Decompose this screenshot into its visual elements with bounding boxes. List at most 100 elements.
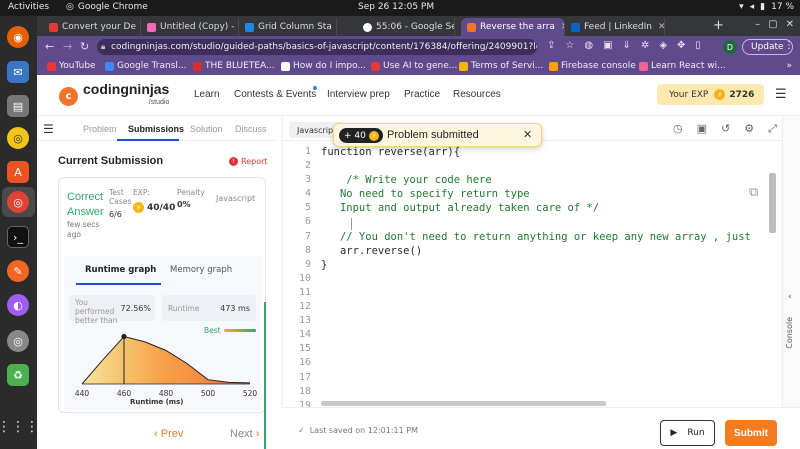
run-button[interactable]: ▶ Run xyxy=(660,420,715,446)
settings-icon[interactable]: ⚙ xyxy=(744,122,754,136)
terminal-icon[interactable]: ›_ xyxy=(7,226,29,248)
code-line[interactable] xyxy=(321,342,776,356)
close-tab-icon[interactable]: ✕ xyxy=(658,22,664,32)
disk-icon[interactable]: ◎ xyxy=(7,330,29,352)
tab-problem[interactable]: Problem xyxy=(83,124,117,134)
show-apps-icon[interactable]: ⋮⋮⋮ xyxy=(0,416,39,438)
firefox-icon[interactable]: ◉ xyxy=(7,26,29,48)
system-tray[interactable]: ▾ ◂ ▮ 17 % xyxy=(739,2,794,12)
extension-icon[interactable]: ◍ xyxy=(584,40,593,51)
chrome-dock-icon[interactable]: ◎ xyxy=(7,191,29,213)
address-bar[interactable]: 🔒︎ codingninjas.com/studio/guided-paths/… xyxy=(97,39,537,55)
code-line[interactable] xyxy=(321,385,776,399)
bookmark-item[interactable]: YouTube xyxy=(47,61,96,71)
activities-button[interactable]: Activities xyxy=(8,2,49,12)
site-logo[interactable]: c codingninjas /studio xyxy=(59,82,169,110)
bookmark-item[interactable]: How do I impo... xyxy=(281,61,366,71)
code-area[interactable]: 1 2 3 4 5 6 7 8 9 10 11 12 13 14 15 16 17 18 19 function r… xyxy=(283,145,783,411)
bookmark-item[interactable]: Use AI to gene... xyxy=(371,61,457,71)
fullscreen-icon[interactable]: ⤢ xyxy=(768,122,777,136)
code-line[interactable]: // You don't need to return anything or … xyxy=(321,230,776,244)
app-menu[interactable]: ◎ Google Chrome xyxy=(66,2,148,12)
maximize-icon[interactable]: ▢ xyxy=(768,19,777,30)
browser-menu-icon[interactable]: ⋮ xyxy=(784,40,794,51)
share-icon[interactable]: ⇪ xyxy=(547,40,555,51)
nav-contests-events[interactable]: Contests & Events xyxy=(234,89,316,100)
report-button[interactable]: ! Report xyxy=(229,157,268,166)
mail-icon[interactable]: ✉ xyxy=(7,61,29,83)
horizontal-scrollbar[interactable] xyxy=(321,401,606,406)
code-line[interactable]: } xyxy=(321,258,776,272)
tab-solution[interactable]: Solution xyxy=(190,124,223,134)
back-icon[interactable]: ← xyxy=(45,40,54,53)
code-line[interactable] xyxy=(321,314,776,328)
bookmark-item[interactable]: Google Transl... xyxy=(105,61,186,71)
extension-icon[interactable]: ▣ xyxy=(603,40,612,51)
minimize-icon[interactable]: – xyxy=(755,19,760,30)
copy-icon[interactable]: ⧉ xyxy=(749,185,758,200)
extensions-puzzle-icon[interactable]: ✥ xyxy=(677,40,685,51)
tab-submissions[interactable]: Submissions xyxy=(128,124,184,134)
save-icon[interactable]: ▣ xyxy=(697,122,707,136)
close-toast-icon[interactable]: ✕ xyxy=(523,128,532,141)
nav-resources[interactable]: Resources xyxy=(453,89,501,100)
reset-icon[interactable]: ↺ xyxy=(721,122,730,136)
bookmark-star-icon[interactable]: ☆ xyxy=(565,40,574,51)
vertical-scrollbar[interactable] xyxy=(769,173,776,233)
tab-discuss[interactable]: Discuss xyxy=(235,124,267,134)
exp-pill[interactable]: Your EXP ⚡ 2726 xyxy=(657,84,764,105)
bookmark-item[interactable]: Learn React wi... xyxy=(639,61,726,71)
code-line[interactable] xyxy=(321,159,776,173)
profile-avatar[interactable]: D xyxy=(723,40,737,54)
prev-button[interactable]: ‹ Prev xyxy=(154,428,183,440)
timer-icon[interactable]: ◷ xyxy=(673,122,683,136)
reload-icon[interactable]: ↻ xyxy=(80,40,89,53)
tab-runtime-graph[interactable]: Runtime graph xyxy=(85,265,156,275)
code-line[interactable]: /* Write your code here xyxy=(321,173,776,187)
nav-learn[interactable]: Learn xyxy=(194,89,220,100)
extension-icon[interactable]: ◈ xyxy=(659,40,667,51)
close-window-icon[interactable]: ✕ xyxy=(786,19,794,30)
bookmark-item[interactable]: THE BLUETEA... xyxy=(193,61,275,71)
code-line[interactable] xyxy=(321,272,776,286)
forward-icon[interactable]: → xyxy=(63,40,72,53)
code-line[interactable] xyxy=(321,215,776,229)
code-line[interactable]: arr.reverse() xyxy=(321,244,776,258)
code-line[interactable]: function reverse(arr){ xyxy=(321,145,776,159)
browser-tab[interactable]: Grid Column Sta ✕ xyxy=(239,18,337,36)
tab-memory-graph[interactable]: Memory graph xyxy=(170,265,232,275)
browser-tab[interactable]: Untitled (Copy) - ✕ xyxy=(141,18,239,36)
side-panel-icon[interactable]: ▯ xyxy=(695,40,701,51)
browser-tab[interactable]: 55:06 - Google Se ✕ xyxy=(357,18,455,36)
new-tab-icon[interactable]: + xyxy=(713,18,724,33)
code-line[interactable] xyxy=(321,356,776,370)
code-line[interactable]: Input and output already taken care of *… xyxy=(321,201,776,215)
next-button[interactable]: Next › xyxy=(230,428,259,440)
bookmark-item[interactable]: Terms of Servi... xyxy=(459,61,543,71)
console-panel-toggle[interactable]: ‹ Console xyxy=(782,117,800,407)
trash-icon[interactable]: ♻ xyxy=(7,364,29,386)
nav-interview-prep[interactable]: Interview prep xyxy=(327,89,390,100)
bookmark-item[interactable]: Firebase console xyxy=(549,61,636,71)
browser-tab-active[interactable]: Reverse the arra ✕ xyxy=(461,18,565,36)
code-line[interactable] xyxy=(321,371,776,385)
more-bookmarks-icon[interactable]: » xyxy=(786,61,792,71)
code-line[interactable] xyxy=(321,328,776,342)
nav-practice[interactable]: Practice xyxy=(404,89,440,100)
problem-list-icon[interactable]: ☰ xyxy=(43,122,54,136)
extension-icon[interactable]: ⇓ xyxy=(623,40,631,51)
code-lines[interactable]: function reverse(arr){ /* Write your cod… xyxy=(321,145,776,413)
code-line[interactable] xyxy=(321,286,776,300)
music-icon[interactable]: ◎ xyxy=(7,127,29,149)
browser-tab[interactable]: Feed | LinkedIn ✕ xyxy=(565,18,665,36)
color-picker-icon[interactable]: ◐ xyxy=(7,294,29,316)
files-icon[interactable]: ▤ xyxy=(7,95,29,117)
software-center-icon[interactable]: A xyxy=(7,161,29,183)
code-line[interactable] xyxy=(321,300,776,314)
submit-button[interactable]: Submit xyxy=(725,420,777,446)
browser-tab[interactable]: Convert your De ✕ xyxy=(43,18,141,36)
site-menu-icon[interactable]: ☰ xyxy=(775,87,787,102)
code-line[interactable]: No need to specify return type xyxy=(321,187,776,201)
extension-icon[interactable]: ✲ xyxy=(641,40,649,51)
clock[interactable]: Sep 26 12:05 PM xyxy=(358,2,434,12)
